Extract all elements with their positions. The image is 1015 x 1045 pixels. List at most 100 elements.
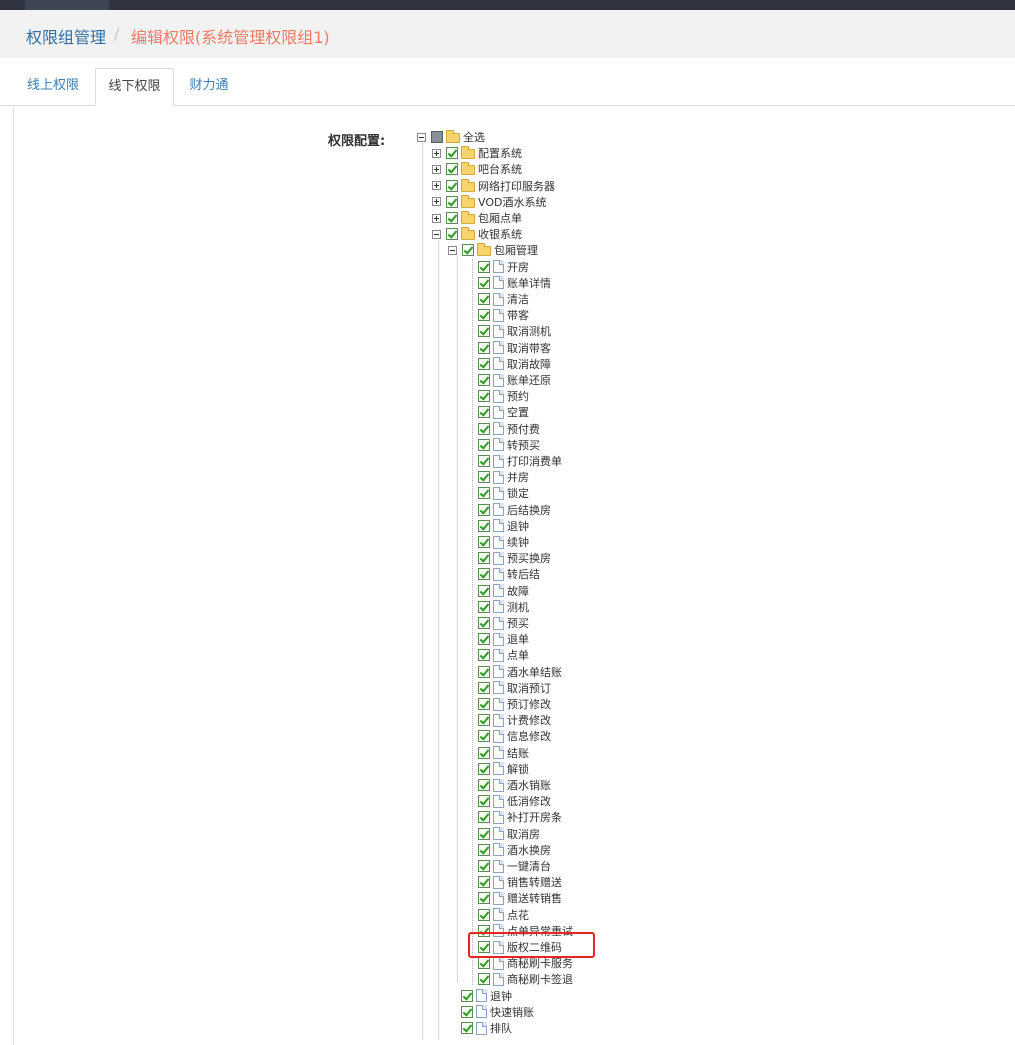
- checkbox[interactable]: [478, 325, 490, 338]
- checkbox[interactable]: [478, 568, 490, 581]
- checkbox[interactable]: [446, 195, 458, 208]
- collapse-icon[interactable]: [448, 245, 457, 255]
- tree-node-room-item[interactable]: 酒水换房: [478, 842, 551, 858]
- tab-finance[interactable]: 财力通: [178, 68, 240, 106]
- collapse-icon[interactable]: [417, 132, 426, 142]
- collapse-icon[interactable]: [432, 229, 441, 239]
- checkbox[interactable]: [478, 341, 490, 354]
- checkbox[interactable]: [478, 293, 490, 305]
- checkbox[interactable]: [478, 390, 490, 403]
- checkbox[interactable]: [478, 455, 490, 467]
- tree-node-room-item[interactable]: 转后结: [478, 566, 540, 582]
- tree-node-room-item[interactable]: 酒水单结账: [478, 664, 562, 680]
- tree-node-room-item[interactable]: 预买换房: [478, 550, 551, 566]
- expand-icon[interactable]: [432, 164, 441, 174]
- expand-icon[interactable]: [432, 213, 441, 223]
- checkbox[interactable]: [478, 843, 490, 856]
- checkbox[interactable]: [478, 892, 490, 905]
- checkbox[interactable]: [446, 147, 458, 160]
- tree-node-room-item[interactable]: 商秘刷卡签退: [478, 971, 573, 987]
- tree-node-room-item[interactable]: 空置: [478, 404, 529, 420]
- tree-node-room-item[interactable]: 测机: [478, 599, 529, 615]
- tree-node-room-item[interactable]: 转预买: [478, 437, 540, 453]
- tree-node-room-item[interactable]: 并房: [478, 469, 529, 485]
- checkbox[interactable]: [478, 487, 490, 500]
- tree-node-room-item[interactable]: 一键清台: [478, 858, 551, 874]
- checkbox[interactable]: [461, 1005, 473, 1018]
- tree-node-room-item[interactable]: 退单: [478, 631, 529, 647]
- checkbox[interactable]: [478, 860, 490, 872]
- breadcrumb-link-permission-groups[interactable]: 权限组管理: [26, 24, 106, 48]
- tree-node-room-item[interactable]: 预买: [478, 615, 529, 631]
- checkbox[interactable]: [478, 746, 490, 759]
- checkbox[interactable]: [478, 600, 490, 613]
- checkbox[interactable]: [478, 908, 490, 921]
- expand-icon[interactable]: [432, 181, 441, 191]
- tree-node-room-item[interactable]: 清洁: [478, 291, 529, 307]
- checkbox[interactable]: [478, 730, 490, 743]
- tree-node-cashier-item[interactable]: 排队: [461, 1020, 512, 1036]
- checkbox[interactable]: [478, 552, 490, 565]
- checkbox[interactable]: [446, 179, 458, 192]
- tree-node-system[interactable]: 吧台系统: [432, 161, 522, 177]
- tree-node-room-item[interactable]: 解锁: [478, 761, 529, 777]
- checkbox[interactable]: [478, 357, 490, 370]
- checkbox[interactable]: [478, 503, 490, 516]
- tree-node-room-item[interactable]: 取消房: [478, 826, 540, 842]
- tree-node-room-item[interactable]: 预约: [478, 388, 529, 404]
- tree-node-system[interactable]: 配置系统: [432, 145, 522, 161]
- checkbox[interactable]: [478, 957, 490, 970]
- tree-node-room-item[interactable]: 点花: [478, 907, 529, 923]
- tree-node-room-item[interactable]: 锁定: [478, 485, 529, 501]
- tree-node-room-item[interactable]: 计费修改: [478, 712, 551, 728]
- tree-node-room-item[interactable]: 打印消费单: [478, 453, 562, 469]
- checkbox[interactable]: [478, 471, 490, 484]
- checkbox[interactable]: [478, 649, 490, 662]
- checkbox[interactable]: [478, 665, 490, 678]
- checkbox[interactable]: [478, 519, 490, 532]
- tree-node-room-item[interactable]: 故障: [478, 583, 529, 599]
- checkbox[interactable]: [478, 973, 490, 986]
- checkbox[interactable]: [461, 989, 473, 1002]
- tree-node-room-item[interactable]: 取消预订: [478, 680, 551, 696]
- tree-node-cashier-item[interactable]: 快速销账: [461, 1004, 534, 1020]
- top-nav-segment[interactable]: [25, 0, 109, 10]
- tree-node-room-item[interactable]: 低消修改: [478, 793, 551, 809]
- tree-node-room-item[interactable]: 酒水销账: [478, 777, 551, 793]
- tree-node-system[interactable]: VOD酒水系统: [432, 194, 546, 210]
- tree-node-room-item[interactable]: 预订修改: [478, 696, 551, 712]
- tree-node-room-item[interactable]: 后结换房: [478, 502, 551, 518]
- expand-icon[interactable]: [432, 197, 441, 207]
- checkbox[interactable]: [478, 876, 490, 889]
- tree-node-root[interactable]: 全选: [417, 129, 485, 145]
- checkbox[interactable]: [462, 244, 474, 257]
- checkbox[interactable]: [478, 422, 490, 435]
- tree-node-room-item[interactable]: 取消带客: [478, 340, 551, 356]
- tree-node-room-item[interactable]: 预付费: [478, 421, 540, 437]
- checkbox[interactable]: [446, 163, 458, 176]
- checkbox[interactable]: [478, 374, 490, 386]
- tree-node-room-item[interactable]: 结账: [478, 745, 529, 761]
- tree-node-room-item[interactable]: 赠送转销售: [478, 890, 562, 906]
- checkbox[interactable]: [431, 131, 443, 143]
- checkbox[interactable]: [478, 762, 490, 775]
- checkbox[interactable]: [478, 438, 490, 451]
- tree-node-system[interactable]: 收银系统: [432, 226, 522, 242]
- tree-node-room-item[interactable]: 账单详情: [478, 275, 551, 291]
- tree-node-room-item[interactable]: 续钟: [478, 534, 529, 550]
- tree-node-room-item[interactable]: 销售转赠送: [478, 874, 562, 890]
- tree-node-room-item[interactable]: 账单还原: [478, 372, 551, 388]
- tree-node-room-item[interactable]: 开房: [478, 259, 529, 275]
- tab-online-permissions[interactable]: 线上权限: [14, 68, 92, 106]
- checkbox[interactable]: [478, 536, 490, 548]
- checkbox[interactable]: [478, 406, 490, 419]
- tree-node-room-item[interactable]: 点单: [478, 647, 529, 663]
- checkbox[interactable]: [478, 260, 490, 273]
- tree-node-room-item[interactable]: 信息修改: [478, 728, 551, 744]
- checkbox[interactable]: [478, 779, 490, 791]
- checkbox[interactable]: [478, 827, 490, 840]
- checkbox[interactable]: [478, 633, 490, 646]
- tree-node-room-item[interactable]: 带客: [478, 307, 529, 323]
- checkbox[interactable]: [478, 681, 490, 694]
- tab-offline-permissions[interactable]: 线下权限: [95, 68, 174, 106]
